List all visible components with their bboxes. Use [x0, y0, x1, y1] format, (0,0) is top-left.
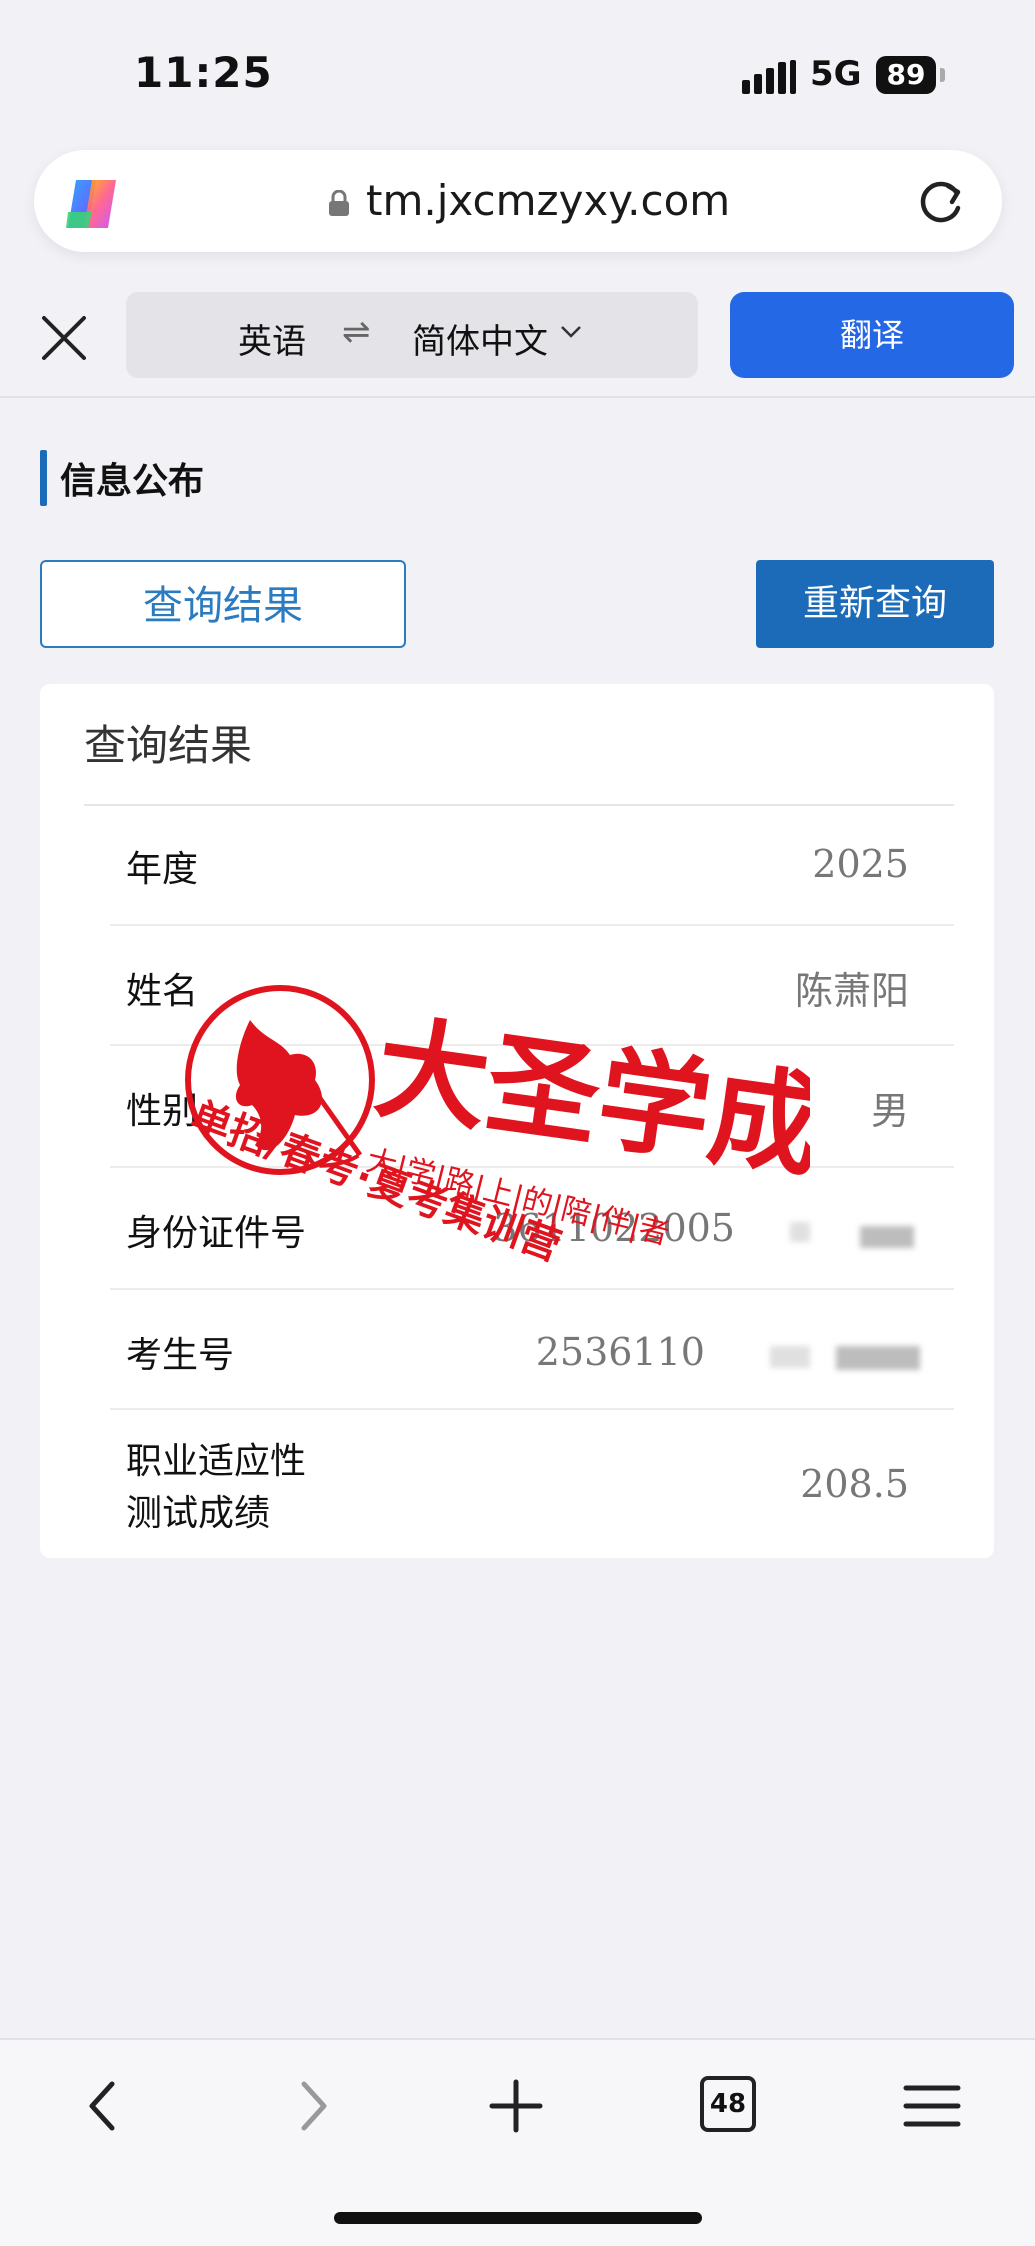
- swap-icon[interactable]: ⇌: [342, 312, 371, 352]
- battery-tip: [940, 68, 945, 82]
- menu-icon[interactable]: [892, 2066, 972, 2146]
- row-value-name: 陈萧阳: [794, 969, 909, 1013]
- section-accent-bar: [40, 450, 47, 506]
- row-label-score: 职业适应性: [126, 1441, 307, 1482]
- row-value-exam-no: 2536110: [535, 1330, 705, 1374]
- home-indicator: [334, 2212, 702, 2224]
- row-label-exam-no: 考生号: [126, 1335, 235, 1376]
- row-divider: [110, 1166, 954, 1168]
- card-divider: [84, 804, 954, 806]
- copilot-icon[interactable]: [62, 176, 124, 232]
- add-tab-icon[interactable]: [476, 2066, 556, 2146]
- row-value-id: 3611022005: [493, 1206, 735, 1250]
- source-language[interactable]: 英语: [238, 314, 306, 363]
- target-language[interactable]: 简体中文: [412, 314, 548, 363]
- battery-icon: 89: [876, 56, 936, 94]
- translate-button[interactable]: 翻译: [730, 292, 1014, 378]
- network-type: 5G: [810, 54, 862, 94]
- reload-icon[interactable]: [912, 174, 968, 230]
- row-label-year: 年度: [126, 849, 199, 890]
- row-divider: [110, 1288, 954, 1290]
- tabs-count-icon[interactable]: 48: [700, 2076, 756, 2132]
- query-results-button[interactable]: 查询结果: [40, 560, 406, 648]
- row-label-id: 身份证件号: [126, 1213, 307, 1254]
- row-label-name: 姓名: [126, 971, 199, 1012]
- blur-mask: [770, 1346, 810, 1368]
- back-icon[interactable]: [64, 2066, 144, 2146]
- forward-icon[interactable]: [272, 2066, 352, 2146]
- row-label-score-2: 测试成绩: [126, 1493, 271, 1534]
- row-divider: [110, 1044, 954, 1046]
- status-time: 11:25: [134, 48, 273, 97]
- blur-mask: [860, 1226, 914, 1248]
- section-title: 信息公布: [60, 461, 205, 502]
- url-text[interactable]: tm.jxcmzyxy.com: [366, 176, 730, 225]
- card-title: 查询结果: [84, 721, 253, 770]
- blur-mask: [790, 1222, 810, 1242]
- row-value-gender: 男: [870, 1089, 909, 1133]
- close-icon[interactable]: [36, 310, 92, 366]
- row-value-year: 2025: [812, 842, 909, 886]
- row-label-gender: 性别: [126, 1091, 199, 1132]
- row-value-score: 208.5: [800, 1462, 909, 1506]
- lock-icon: [329, 190, 349, 216]
- row-divider: [110, 1408, 954, 1410]
- row-divider: [110, 924, 954, 926]
- blur-mask: [836, 1346, 920, 1370]
- signal-icon: [742, 60, 796, 94]
- chevron-down-icon[interactable]: [558, 318, 584, 344]
- requery-button[interactable]: 重新查询: [756, 560, 994, 648]
